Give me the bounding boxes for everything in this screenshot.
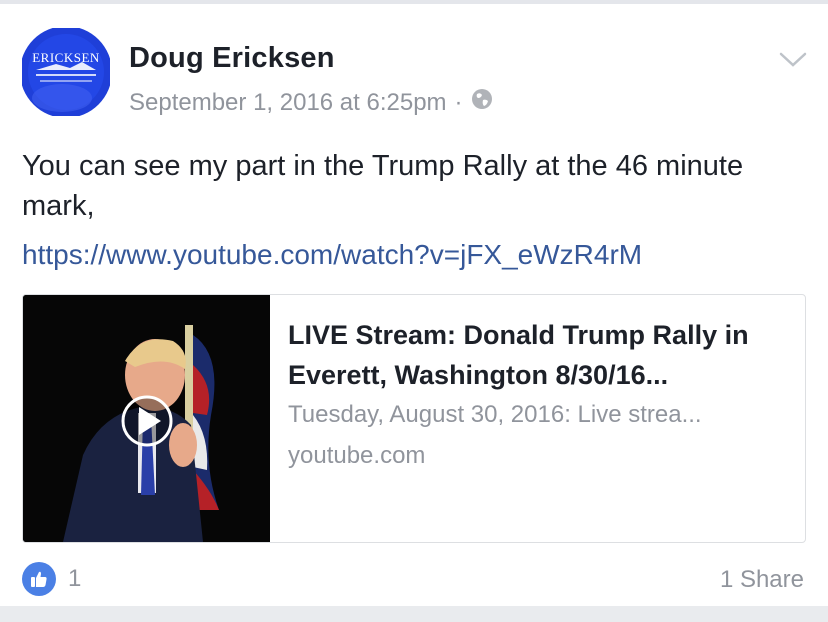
video-thumbnail[interactable] xyxy=(23,295,270,542)
post-link[interactable]: https://www.youtube.com/watch?v=jFX_eWzR… xyxy=(22,239,642,271)
preview-title[interactable]: LIVE Stream: Donald Trump Rally in Evere… xyxy=(288,315,798,395)
post-meta: September 1, 2016 at 6:25pm · xyxy=(129,88,493,117)
link-preview[interactable]: LIVE Stream: Donald Trump Rally in Evere… xyxy=(22,294,806,543)
preview-domain: youtube.com xyxy=(288,442,426,469)
avatar[interactable]: ERICKSEN xyxy=(22,28,110,116)
facebook-post-card: ERICKSEN Doug Ericksen September 1, 2016… xyxy=(0,4,828,606)
thumbs-up-icon xyxy=(22,562,56,596)
reactions-summary[interactable]: 1 xyxy=(22,562,81,596)
meta-separator: · xyxy=(454,88,463,116)
like-count: 1 xyxy=(68,565,82,592)
share-count[interactable]: 1 Share xyxy=(720,566,804,594)
play-icon[interactable] xyxy=(121,395,173,447)
post-timestamp[interactable]: September 1, 2016 at 6:25pm xyxy=(129,89,447,117)
avatar-logo-text: ERICKSEN xyxy=(32,50,100,65)
chevron-down-icon[interactable] xyxy=(778,50,808,70)
preview-description: Tuesday, August 30, 2016: Live strea... xyxy=(288,401,702,428)
author-name[interactable]: Doug Ericksen xyxy=(129,42,335,75)
feed-background-bottom xyxy=(0,606,828,622)
post-text: You can see my part in the Trump Rally a… xyxy=(22,150,744,222)
globe-icon xyxy=(471,88,493,117)
